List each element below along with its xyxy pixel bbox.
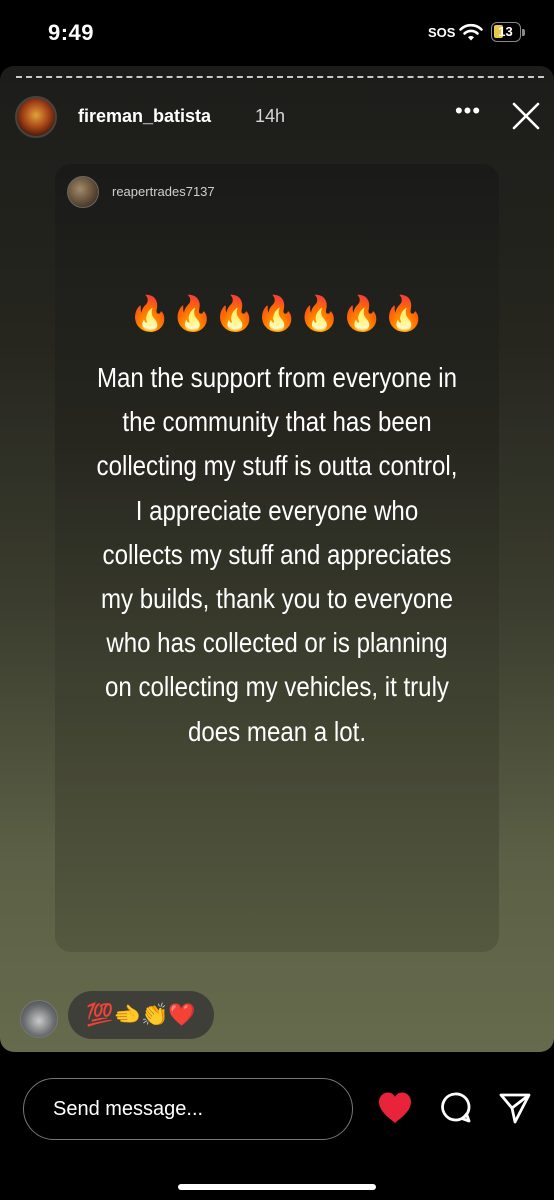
- send-icon[interactable]: [498, 1090, 532, 1126]
- battery-tip: [522, 29, 525, 36]
- shared-post-message: Man the support from everyone in the com…: [96, 362, 458, 747]
- battery-level: 13: [498, 24, 513, 39]
- send-message-input[interactable]: Send message...: [23, 1078, 353, 1140]
- home-indicator: [178, 1184, 376, 1190]
- shared-post-username: reapertrades7137: [112, 184, 215, 199]
- story-progress-bar: [16, 76, 544, 81]
- shared-post-card[interactable]: reapertrades7137 🔥🔥🔥🔥🔥🔥🔥 Man the support…: [55, 164, 499, 952]
- story-username[interactable]: fireman_batista: [78, 106, 211, 127]
- reply-avatar: [20, 1000, 58, 1038]
- sos-indicator: SOS: [428, 25, 456, 40]
- status-bar: 9:49 SOS 13: [0, 0, 554, 66]
- reaction-bubble[interactable]: 💯🫲👏❤️: [68, 991, 214, 1039]
- story-viewer[interactable]: fireman_batista 14h ••• reapertrades7137…: [0, 66, 554, 1052]
- comment-icon[interactable]: [437, 1090, 473, 1126]
- message-bar: Send message...: [0, 1052, 554, 1200]
- shared-post-avatar: [67, 176, 99, 208]
- story-age: 14h: [255, 106, 286, 126]
- avatar[interactable]: [15, 96, 57, 138]
- story-header: fireman_batista 14h •••: [0, 94, 554, 138]
- status-time: 9:49: [48, 20, 95, 45]
- send-message-placeholder: Send message...: [53, 1098, 204, 1120]
- heart-icon[interactable]: [376, 1090, 414, 1126]
- battery-icon: 13: [491, 22, 521, 42]
- wifi-icon: [459, 23, 483, 41]
- reaction-emojis: 💯🫲👏❤️: [86, 1002, 196, 1027]
- fire-emoji-row: 🔥🔥🔥🔥🔥🔥🔥: [128, 295, 426, 333]
- close-icon[interactable]: [508, 98, 544, 134]
- more-horizontal-icon[interactable]: •••: [453, 100, 483, 126]
